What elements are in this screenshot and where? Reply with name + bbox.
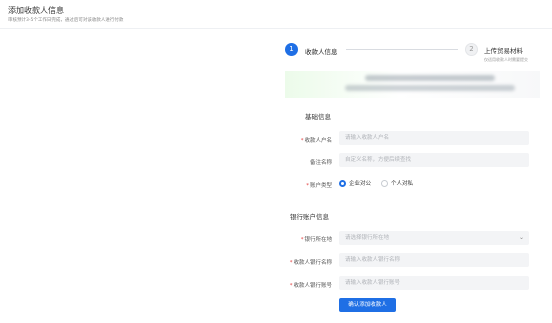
header-divider — [0, 28, 552, 29]
blurred-text — [365, 75, 495, 81]
bank-location-placeholder: 请选择银行所在地 — [345, 235, 390, 241]
step-connector — [346, 49, 458, 50]
add-payee-page: 添加收款人信息 审核预计3-5个工作日完成，通过后可对该收款人进行付款 1 收款… — [0, 0, 552, 323]
bank-info-heading: 银行账户信息 — [290, 213, 329, 221]
page-title: 添加收款人信息 — [8, 6, 64, 15]
blurred-text — [345, 85, 515, 91]
required-marker: * — [306, 183, 309, 189]
step-2-indicator: 2 — [465, 43, 478, 56]
radio-corporate-label[interactable]: 企业对公 — [349, 179, 371, 187]
radio-personal[interactable] — [381, 180, 388, 187]
chevron-down-icon: ⌄ — [518, 234, 524, 241]
step-2-label: 上传贸易材料 — [484, 47, 523, 55]
bank-location-label: *银行所在地 — [300, 237, 332, 243]
account-type-label: *账户类型 — [306, 183, 332, 189]
remark-name-input[interactable]: 自定义名称，方便后续查找 — [339, 153, 529, 167]
radio-corporate[interactable] — [339, 180, 346, 187]
bank-name-input[interactable]: 请输入收款人银行名称 — [339, 253, 529, 267]
confirm-add-payee-button[interactable]: 确认添加收款人 — [339, 298, 396, 312]
blurred-notice-banner — [285, 71, 540, 98]
bank-name-label: *收款人银行名称 — [289, 260, 332, 266]
step-1-label: 收款人信息 — [305, 48, 338, 56]
basic-info-heading: 基础信息 — [305, 113, 331, 121]
payee-name-input[interactable]: 请输入收款人户名 — [339, 131, 529, 145]
remark-name-label: 备注名称 — [309, 160, 332, 166]
account-number-input[interactable]: 请输入收款人银行账号 — [339, 276, 529, 290]
account-number-label: *收款人银行账号 — [289, 283, 332, 289]
radio-personal-label[interactable]: 个人对私 — [391, 179, 413, 187]
step-1-indicator: 1 — [285, 43, 298, 56]
step-2-description: 仅适用收款人时需要提交 — [484, 57, 528, 62]
page-subtitle: 审核预计3-5个工作日完成，通过后可对该收款人进行付款 — [8, 18, 124, 23]
payee-name-label: *收款人户名 — [300, 138, 332, 144]
bank-location-select[interactable]: 请选择银行所在地 ⌄ — [339, 231, 529, 245]
